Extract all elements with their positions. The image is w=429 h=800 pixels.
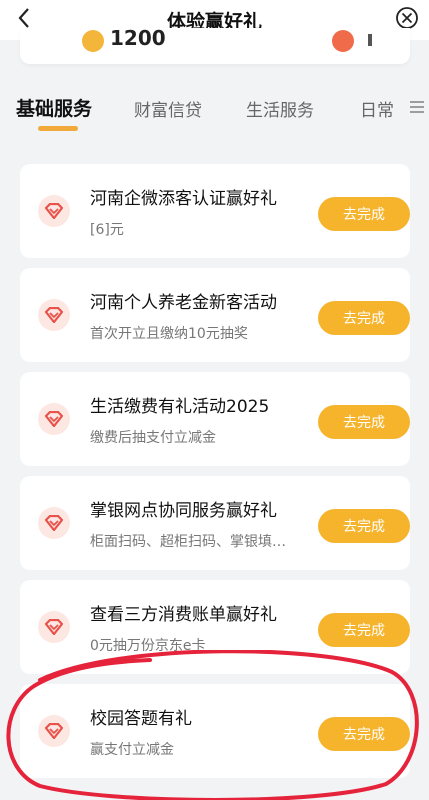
task-subtitle: 首次开立且缴纳10元抽奖 [90, 326, 248, 342]
category-tabs: 基础服务 财富信贷 生活服务 日常 [0, 82, 429, 132]
go-complete-button[interactable]: 去完成 [318, 301, 410, 335]
gift-diamond-icon [38, 715, 70, 747]
task-title: 河南企微添客认证赢好礼 [90, 189, 277, 209]
points-card: 1200 [20, 28, 410, 64]
go-complete-button[interactable]: 去完成 [318, 197, 410, 231]
task-item: 校园答题有礼 赢支付立减金 去完成 [20, 684, 410, 778]
tab-life-services[interactable]: 生活服务 [246, 96, 314, 121]
task-item: 掌银网点协同服务赢好礼 柜面扫码、超柜扫码、掌银填… 去完成 [20, 476, 410, 570]
task-item: 查看三方消费账单赢好礼 0元抽万份京东e卡 去完成 [20, 580, 410, 674]
go-complete-button[interactable]: 去完成 [318, 717, 410, 751]
task-list: 河南企微添客认证赢好礼 [6]元 去完成 河南个人养老金新客活动 首次开立且缴纳… [20, 164, 410, 788]
back-icon [18, 8, 29, 28]
go-complete-button[interactable]: 去完成 [318, 613, 410, 647]
points-value: 1200 [110, 28, 166, 50]
task-title: 查看三方消费账单赢好礼 [90, 605, 277, 625]
task-item: 生活缴费有礼活动2025 缴费后抽支付立减金 去完成 [20, 372, 410, 466]
gift-diamond-icon [38, 299, 70, 331]
tab-wealth-credit[interactable]: 财富信贷 [134, 96, 202, 121]
tab-basic-services[interactable]: 基础服务 [16, 94, 92, 121]
gift-diamond-icon [38, 611, 70, 643]
menu-icon[interactable] [409, 100, 425, 114]
task-title: 生活缴费有礼活动2025 [90, 397, 270, 417]
close-icon [396, 7, 418, 29]
gift-diamond-icon [38, 195, 70, 227]
task-subtitle: [6]元 [90, 222, 124, 238]
task-subtitle: 赢支付立减金 [90, 742, 174, 758]
task-subtitle: 缴费后抽支付立减金 [90, 430, 216, 446]
task-subtitle: 0元抽万份京东e卡 [90, 638, 206, 654]
tab-daily[interactable]: 日常 [360, 96, 394, 121]
task-subtitle: 柜面扫码、超柜扫码、掌银填… [90, 534, 286, 550]
active-tab-indicator [38, 126, 78, 131]
count-mark [368, 34, 372, 46]
red-packet-icon [332, 30, 354, 52]
task-title: 掌银网点协同服务赢好礼 [90, 501, 277, 521]
go-complete-button[interactable]: 去完成 [318, 509, 410, 543]
task-item: 河南企微添客认证赢好礼 [6]元 去完成 [20, 164, 410, 258]
gift-diamond-icon [38, 507, 70, 539]
task-title: 校园答题有礼 [90, 709, 192, 729]
task-item: 河南个人养老金新客活动 首次开立且缴纳10元抽奖 去完成 [20, 268, 410, 362]
gift-diamond-icon [38, 403, 70, 435]
task-title: 河南个人养老金新客活动 [90, 293, 277, 313]
coin-icon [82, 30, 104, 52]
go-complete-button[interactable]: 去完成 [318, 405, 410, 439]
